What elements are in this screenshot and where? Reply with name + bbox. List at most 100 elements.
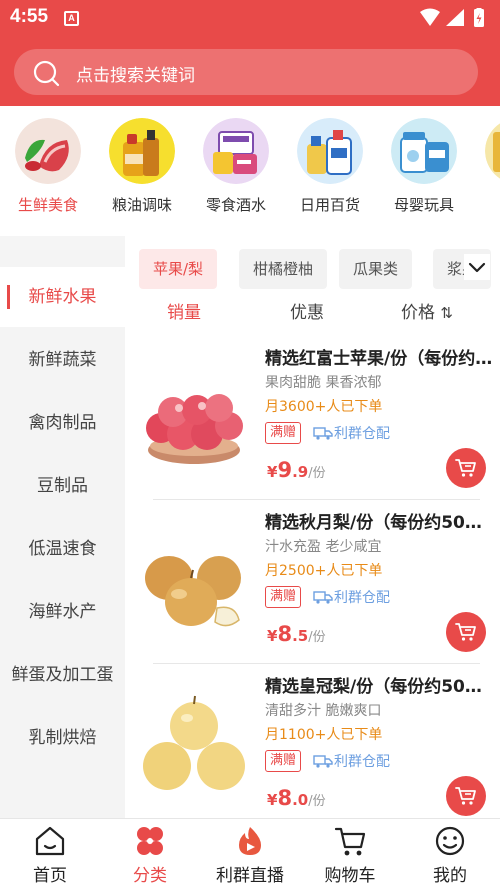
sort-arrows-icon: ⇅ bbox=[440, 304, 453, 322]
fresh-food-icon bbox=[15, 118, 81, 184]
product-price: ¥8.5/份 bbox=[267, 622, 326, 646]
chevron-down-icon bbox=[468, 262, 486, 273]
product-image-autumn-pears bbox=[145, 556, 241, 627]
nav-home[interactable]: 首页 bbox=[0, 819, 100, 888]
category-snacks-drinks[interactable]: 零食酒水 bbox=[196, 118, 276, 215]
warehouse-badge: 利群仓配 bbox=[313, 587, 390, 607]
cart-icon bbox=[334, 827, 366, 856]
category-beauty[interactable]: 美 bbox=[478, 118, 500, 215]
sidebar-item-frozen-food[interactable]: 低温速食 bbox=[0, 519, 125, 579]
warehouse-badge: 利群仓配 bbox=[313, 423, 390, 443]
category-label: 日用百货 bbox=[299, 196, 360, 214]
sort-by-price[interactable]: 价格 ⇅ bbox=[401, 298, 453, 323]
nav-label: 利群直播 bbox=[216, 866, 284, 886]
sidebar-item-poultry[interactable]: 禽肉制品 bbox=[0, 393, 125, 453]
sidebar-item-fresh-fruit[interactable]: 新鲜水果 bbox=[0, 267, 125, 327]
truck-icon bbox=[313, 755, 333, 768]
product-sales: 月3600+人已下单 bbox=[265, 399, 383, 415]
nav-category[interactable]: 分类 bbox=[100, 819, 200, 888]
nav-label: 分类 bbox=[133, 866, 167, 886]
subtab-melons[interactable]: 瓜果类 bbox=[339, 249, 413, 289]
bottom-nav: 首页 分类 利群直播 购物车 我的 bbox=[0, 818, 500, 888]
product-card[interactable]: 精选皇冠梨/份（每份约500g） 清甜多汁 脆嫩爽口 月1100+人已下单 满赠… bbox=[125, 664, 500, 818]
price-integer: 8 bbox=[277, 622, 293, 646]
price-symbol: ¥ bbox=[267, 627, 278, 645]
cart-icon bbox=[455, 623, 476, 641]
sidebar-item-eggs[interactable]: 鲜蛋及加工蛋 bbox=[0, 645, 125, 705]
product-panel: 苹果/梨 柑橘橙柚 瓜果类 浆果 销量 优惠 价格 ⇅ 精选红富士苹果/份（每份… bbox=[125, 236, 500, 818]
search-placeholder: 点击搜索关键词 bbox=[76, 66, 195, 86]
warehouse-label: 利群仓配 bbox=[334, 590, 390, 606]
category-daily-goods[interactable]: 日用百货 bbox=[290, 118, 370, 215]
category-icon bbox=[137, 827, 163, 855]
price-decimal: .9 bbox=[292, 463, 309, 481]
sort-price-label: 价格 bbox=[401, 303, 435, 323]
sidebar-item-fresh-vegetables[interactable]: 新鲜蔬菜 bbox=[0, 330, 125, 390]
product-sales: 月1100+人已下单 bbox=[265, 727, 383, 743]
home-icon bbox=[35, 826, 65, 856]
product-price: ¥9.9/份 bbox=[267, 458, 326, 482]
add-to-cart-button[interactable] bbox=[446, 776, 486, 816]
profile-icon bbox=[435, 826, 465, 856]
price-unit: /份 bbox=[308, 630, 326, 645]
subtab-citrus[interactable]: 柑橘橙柚 bbox=[239, 249, 328, 289]
nav-label: 首页 bbox=[33, 866, 67, 886]
product-name: 精选皇冠梨/份（每份约500g） bbox=[265, 677, 493, 697]
search-input[interactable]: 点击搜索关键词 bbox=[14, 49, 478, 95]
sidebar-item-tofu[interactable]: 豆制品 bbox=[0, 456, 125, 516]
category-strip: 生鲜美食 粮油调味 零食酒水 日用百货 母婴玩具 bbox=[0, 106, 500, 236]
nav-live[interactable]: 利群直播 bbox=[200, 819, 300, 888]
category-label: 粮油调味 bbox=[111, 196, 172, 214]
product-image-crown-pears bbox=[143, 695, 245, 790]
category-baby-toys[interactable]: 母婴玩具 bbox=[384, 118, 464, 215]
subtab-apple-pear[interactable]: 苹果/梨 bbox=[139, 249, 218, 289]
nav-label: 我的 bbox=[433, 866, 467, 886]
price-integer: 8 bbox=[277, 786, 293, 810]
add-to-cart-button[interactable] bbox=[446, 448, 486, 488]
beauty-icon bbox=[485, 118, 500, 184]
nav-profile[interactable]: 我的 bbox=[400, 819, 500, 888]
notification-icon: A bbox=[64, 11, 79, 26]
product-description: 汁水充盈 老少咸宜 bbox=[265, 539, 382, 555]
gift-badge: 满赠 bbox=[265, 422, 302, 444]
sort-by-sales[interactable]: 销量 bbox=[167, 298, 201, 323]
add-to-cart-button[interactable] bbox=[446, 612, 486, 652]
product-description: 果肉甜脆 果香浓郁 bbox=[265, 375, 382, 391]
sidebar-item-seafood[interactable]: 海鲜水产 bbox=[0, 582, 125, 642]
sort-by-discount[interactable]: 优惠 bbox=[290, 298, 324, 323]
status-bar: 4:55 A bbox=[0, 0, 500, 36]
product-card[interactable]: 精选秋月梨/份（每份约500g） 汁水充盈 老少咸宜 月2500+人已下单 满赠… bbox=[125, 500, 500, 664]
product-image-red-apples bbox=[146, 394, 243, 464]
warehouse-label: 利群仓配 bbox=[334, 754, 390, 770]
expand-subtabs-button[interactable] bbox=[464, 254, 490, 280]
gift-badge: 满赠 bbox=[265, 586, 302, 608]
live-icon bbox=[239, 827, 261, 855]
category-label: 美 bbox=[478, 194, 500, 215]
nav-cart[interactable]: 购物车 bbox=[300, 819, 400, 888]
product-card[interactable]: 精选红富士苹果/份（每份约500g） 果肉甜脆 果香浓郁 月3600+人已下单 … bbox=[125, 336, 500, 500]
truck-icon bbox=[313, 591, 333, 604]
product-price: ¥8.0/份 bbox=[267, 786, 326, 810]
cart-icon bbox=[455, 459, 476, 477]
search-icon bbox=[33, 60, 60, 87]
status-time: 4:55 bbox=[10, 6, 49, 27]
cart-icon bbox=[455, 787, 476, 805]
wifi-icon bbox=[420, 8, 440, 26]
sidebar: 新鲜水果 新鲜蔬菜 禽肉制品 豆制品 低温速食 海鲜水产 鲜蛋及加工蛋 乳制烘焙 bbox=[0, 250, 125, 818]
price-integer: 9 bbox=[277, 458, 293, 482]
grain-oil-icon bbox=[109, 118, 175, 184]
system-status-icons bbox=[420, 8, 484, 27]
category-label: 母婴玩具 bbox=[393, 196, 454, 214]
sidebar-item-dairy-bakery[interactable]: 乳制烘焙 bbox=[0, 708, 125, 768]
price-unit: /份 bbox=[308, 794, 326, 809]
gift-badge: 满赠 bbox=[265, 750, 302, 772]
nav-label: 购物车 bbox=[324, 866, 376, 886]
category-label: 零食酒水 bbox=[205, 196, 266, 214]
header: 4:55 A 点击搜索关键词 bbox=[0, 0, 500, 106]
truck-icon bbox=[313, 427, 333, 440]
product-name: 精选红富士苹果/份（每份约500g） bbox=[265, 349, 493, 369]
category-fresh-food[interactable]: 生鲜美食 bbox=[8, 118, 88, 215]
category-grain-oil[interactable]: 粮油调味 bbox=[102, 118, 182, 215]
product-description: 清甜多汁 脆嫩爽口 bbox=[265, 703, 382, 719]
warehouse-label: 利群仓配 bbox=[334, 426, 390, 442]
